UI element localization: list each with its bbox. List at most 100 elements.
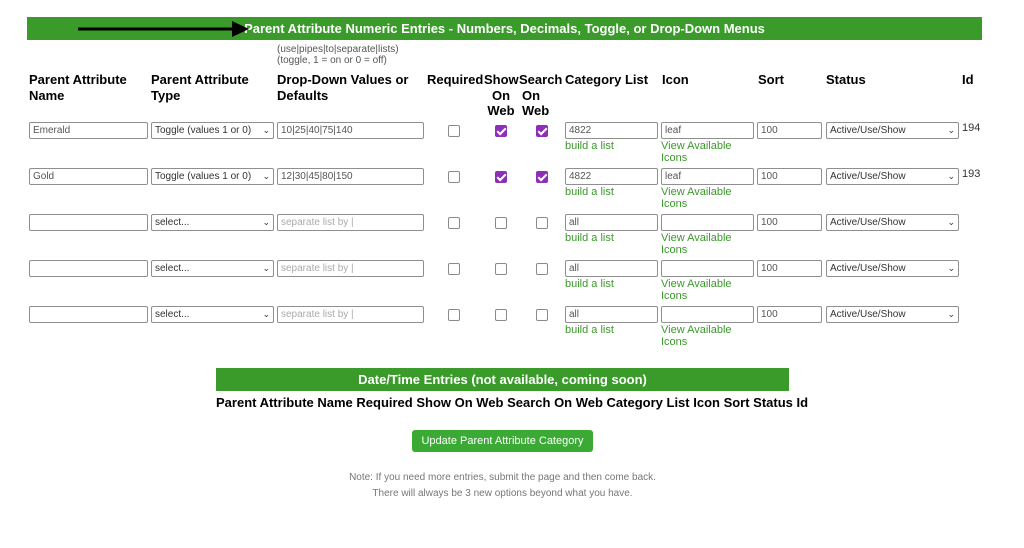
type-select[interactable]: Toggle (values 1 or 0) ⌄ [151, 168, 274, 185]
note: Note: If you need more entries, submit t… [0, 470, 1005, 502]
type-select[interactable]: select... ⌄ [151, 260, 274, 277]
view-icons-line1[interactable]: View Available [661, 324, 732, 336]
chevron-down-icon: ⌄ [262, 125, 270, 135]
header-values: Drop-Down Values or Defaults [277, 72, 408, 103]
view-icons-link[interactable]: View Available Icons [661, 186, 732, 210]
view-icons-line2[interactable]: Icons [661, 152, 732, 164]
required-checkbox[interactable] [448, 125, 460, 137]
header-values-line2: Defaults [277, 87, 329, 103]
view-icons-line1[interactable]: View Available [661, 232, 732, 244]
type-select[interactable]: Toggle (values 1 or 0) ⌄ [151, 122, 274, 139]
search-on-web-checkbox[interactable] [536, 217, 548, 229]
category-input[interactable]: 4822 [565, 168, 658, 185]
search-on-web-checkbox[interactable] [536, 309, 548, 321]
build-list-link[interactable]: build a list [565, 324, 614, 336]
show-on-web-checkbox[interactable] [495, 263, 507, 275]
status-select-value: Active/Use/Show [830, 217, 906, 228]
status-select[interactable]: Active/Use/Show ⌄ [826, 122, 959, 139]
show-on-web-checkbox[interactable] [495, 309, 507, 321]
values-input[interactable]: 10|25|40|75|140 [277, 122, 424, 139]
view-icons-line1[interactable]: View Available [661, 186, 732, 198]
required-checkbox[interactable] [448, 263, 460, 275]
sort-input[interactable]: 100 [757, 168, 822, 185]
header-type: Parent Attribute Type [151, 72, 249, 103]
values-input[interactable]: separate list by | [277, 214, 424, 231]
show-on-web-checkbox[interactable] [495, 171, 507, 183]
icon-input[interactable]: leaf [661, 122, 754, 139]
status-select[interactable]: Active/Use/Show ⌄ [826, 260, 959, 277]
search-on-web-checkbox[interactable] [536, 263, 548, 275]
icon-input[interactable]: leaf [661, 168, 754, 185]
header-status: Status [826, 72, 866, 87]
show-on-web-checkbox[interactable] [495, 125, 507, 137]
values-input[interactable]: separate list by | [277, 306, 424, 323]
type-select[interactable]: select... ⌄ [151, 306, 274, 323]
show-on-web-checkbox[interactable] [495, 217, 507, 229]
header-values-line1: Drop-Down Values or [277, 72, 409, 87]
chevron-down-icon: ⌄ [262, 309, 270, 319]
type-select-value: select... [155, 263, 190, 274]
status-select[interactable]: Active/Use/Show ⌄ [826, 168, 959, 185]
datetime-entries-banner: Date/Time Entries (not available, coming… [216, 368, 789, 391]
view-icons-link[interactable]: View Available Icons [661, 324, 732, 348]
view-icons-link[interactable]: View Available Icons [661, 140, 732, 164]
search-on-web-checkbox[interactable] [536, 171, 548, 183]
sort-input[interactable]: 100 [757, 306, 822, 323]
chevron-down-icon: ⌄ [947, 263, 955, 273]
required-checkbox[interactable] [448, 217, 460, 229]
chevron-down-icon: ⌄ [262, 217, 270, 227]
chevron-down-icon: ⌄ [262, 263, 270, 273]
header-icon: Icon [662, 72, 689, 87]
required-checkbox[interactable] [448, 309, 460, 321]
build-list-link[interactable]: build a list [565, 140, 614, 152]
view-icons-link[interactable]: View Available Icons [661, 232, 732, 256]
values-input[interactable]: 12|30|45|80|150 [277, 168, 424, 185]
build-list-link[interactable]: build a list [565, 186, 614, 198]
chevron-down-icon: ⌄ [947, 125, 955, 135]
category-input[interactable]: all [565, 306, 658, 323]
name-input[interactable] [29, 260, 148, 277]
view-icons-line2[interactable]: Icons [661, 336, 732, 348]
hint-line-pipes: (use|pipes|to|separate|lists) [277, 44, 399, 55]
view-icons-line2[interactable]: Icons [661, 290, 732, 302]
category-input[interactable]: 4822 [565, 122, 658, 139]
category-input[interactable]: all [565, 214, 658, 231]
name-input[interactable] [29, 214, 148, 231]
view-icons-line2[interactable]: Icons [661, 198, 732, 210]
values-input[interactable]: separate list by | [277, 260, 424, 277]
status-select[interactable]: Active/Use/Show ⌄ [826, 306, 959, 323]
search-on-web-checkbox[interactable] [536, 125, 548, 137]
icon-input[interactable] [661, 260, 754, 277]
status-select-value: Active/Use/Show [830, 171, 906, 182]
header-type-line2: Type [151, 87, 181, 103]
sort-input[interactable]: 100 [757, 122, 822, 139]
header-search-line3: Web [522, 103, 550, 118]
view-icons-line1[interactable]: View Available [661, 140, 732, 152]
type-select-value: Toggle (values 1 or 0) [155, 125, 252, 136]
build-list-link[interactable]: build a list [565, 278, 614, 290]
required-checkbox[interactable] [448, 171, 460, 183]
view-icons-link[interactable]: View Available Icons [661, 278, 732, 302]
category-input[interactable]: all [565, 260, 658, 277]
name-input[interactable]: Emerald [29, 122, 148, 139]
icon-input[interactable] [661, 306, 754, 323]
status-select[interactable]: Active/Use/Show ⌄ [826, 214, 959, 231]
name-input[interactable]: Gold [29, 168, 148, 185]
build-list-link[interactable]: build a list [565, 232, 614, 244]
view-icons-line2[interactable]: Icons [661, 244, 732, 256]
name-input[interactable] [29, 306, 148, 323]
status-select-value: Active/Use/Show [830, 263, 906, 274]
header-type-line1: Parent Attribute [151, 72, 249, 87]
header-search-line1: Search [519, 72, 563, 87]
sort-input[interactable]: 100 [757, 260, 822, 277]
type-select-value: Toggle (values 1 or 0) [155, 171, 252, 182]
note-line1: Note: If you need more entries, submit t… [349, 472, 656, 483]
view-icons-line1[interactable]: View Available [661, 278, 732, 290]
type-select-value: select... [155, 309, 190, 320]
update-category-button[interactable]: Update Parent Attribute Category [412, 430, 593, 452]
header-category: Category List [565, 72, 649, 87]
sort-input[interactable]: 100 [757, 214, 822, 231]
icon-input[interactable] [661, 214, 754, 231]
type-select[interactable]: select... ⌄ [151, 214, 274, 231]
status-select-value: Active/Use/Show [830, 309, 906, 320]
